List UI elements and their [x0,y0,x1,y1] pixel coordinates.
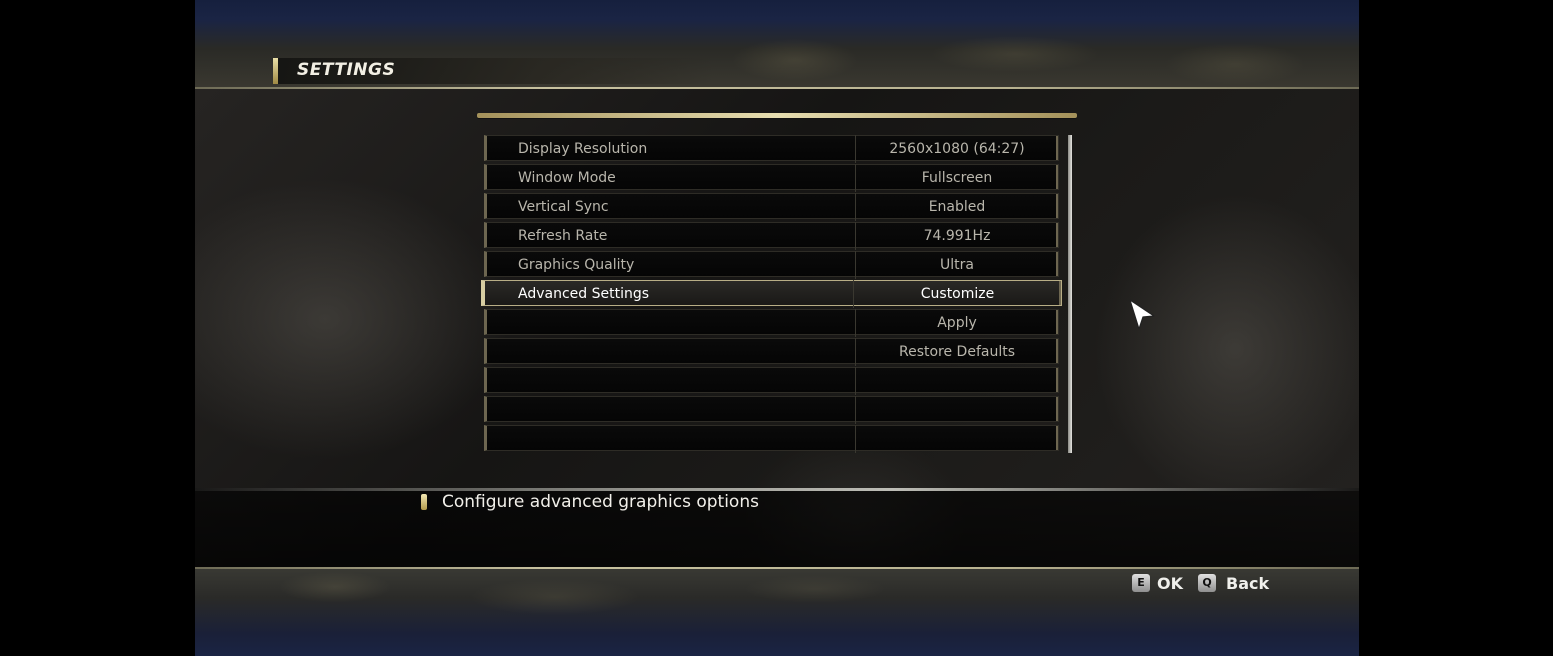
description-bullet-icon [421,494,427,510]
setting-label: Window Mode [518,170,616,186]
setting-value: 74.991Hz [923,228,991,244]
setting-label: Advanced Settings [518,286,650,302]
settings-list: Display Resolution 2560x1080 (64:27) Win… [481,135,1062,454]
setting-label: Display Resolution [518,141,648,157]
setting-row-vertical-sync[interactable]: Vertical Sync Enabled [484,193,1059,221]
setting-value: 2560x1080 (64:27) [889,141,1025,157]
setting-value: Enabled [928,199,986,215]
setting-row-graphics-quality[interactable]: Graphics Quality Ultra [484,251,1059,279]
row-divider [855,396,856,424]
empty-row [484,396,1059,424]
setting-label: Graphics Quality [518,257,635,273]
setting-row-refresh-rate[interactable]: Refresh Rate 74.991Hz [484,222,1059,250]
footer-band [195,567,1359,656]
description-text: Configure advanced graphics options [442,492,759,512]
setting-row-display-resolution[interactable]: Display Resolution 2560x1080 (64:27) [484,135,1059,163]
setting-value: Customize [920,286,995,302]
setting-value: Restore Defaults [898,344,1016,360]
setting-row-window-mode[interactable]: Window Mode Fullscreen [484,164,1059,192]
apply-button[interactable]: Apply [484,309,1059,337]
setting-value: Fullscreen [921,170,993,186]
header-pattern [675,20,1359,88]
setting-label: Refresh Rate [518,228,608,244]
e-key-icon: E [1132,574,1150,592]
row-divider [855,367,856,395]
footer-pattern [195,567,1359,627]
empty-row [484,367,1059,395]
mouse-cursor-icon [1129,299,1155,330]
game-screen: SETTINGS Display Resolution 2560x1080 (6… [195,0,1359,656]
description-band [195,488,1359,568]
ok-button[interactable]: OK [1157,574,1183,593]
title-accent [273,58,278,84]
footer-divider [195,567,1359,569]
row-divider [855,425,856,453]
back-button[interactable]: Back [1226,574,1269,593]
panel-top-rule [477,113,1077,118]
description-rule [195,488,1359,491]
page-title: SETTINGS [297,60,396,80]
scrollbar[interactable] [1068,135,1072,453]
empty-row [484,425,1059,453]
setting-label: Vertical Sync [518,199,609,215]
setting-value: Apply [937,315,977,331]
setting-value: Ultra [940,257,974,273]
restore-defaults-button[interactable]: Restore Defaults [484,338,1059,366]
q-key-icon: Q [1198,574,1216,592]
setting-row-advanced-settings[interactable]: Advanced Settings Customize [481,280,1062,308]
